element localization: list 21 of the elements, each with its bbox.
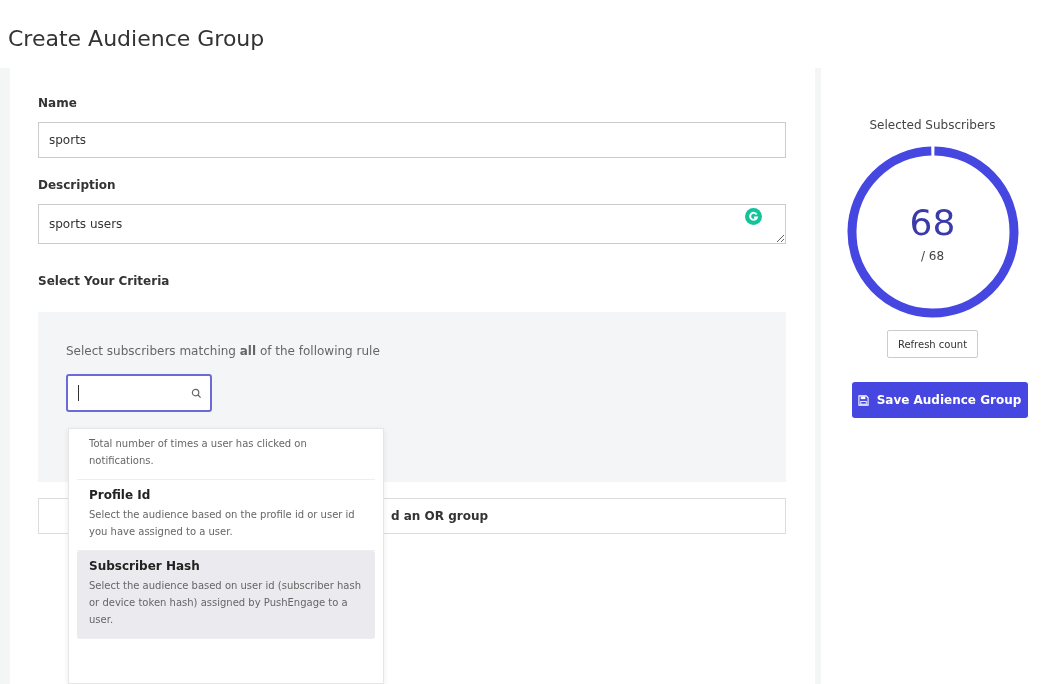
- search-field[interactable]: [66, 374, 212, 412]
- search-icon: [191, 387, 202, 399]
- subscriber-total: / 68: [920, 248, 945, 263]
- grammar-icon[interactable]: [745, 208, 762, 225]
- field-label: Name: [38, 96, 78, 110]
- subscriber-count: 68: [909, 201, 956, 243]
- refresh-count-button[interactable]: Refresh count: [886, 330, 979, 358]
- description-field[interactable]: sports users: [38, 204, 786, 244]
- dropdown-option[interactable]: Total number of times a user has clicked on notifications.: [77, 429, 375, 480]
- section-label: Select Your Criteria: [38, 274, 171, 288]
- option-description: Total number of times a user has clicked on notifications.: [89, 437, 308, 468]
- page-title: Create Audience Group: [7, 25, 266, 53]
- option-description: Select the audience based on user id (subscriber hash or device token hash) assigned by PushEngage to a user.: [89, 579, 363, 627]
- save-button[interactable]: Save Audience Group: [851, 382, 1028, 418]
- summary-title: Selected Subscribers: [869, 118, 996, 132]
- field-label: Description: [38, 178, 117, 192]
- dropdown-option[interactable]: Subscriber Hash Select the audience based on user id (subscriber hash or device token hash) assigned by PushEngage to a user.: [77, 551, 375, 639]
- rule-text: Select subscribers matching all of the following rule: [66, 344, 381, 358]
- save-icon: [857, 394, 869, 406]
- name-field[interactable]: sports: [38, 122, 786, 158]
- option-title: Subscriber Hash: [89, 559, 201, 573]
